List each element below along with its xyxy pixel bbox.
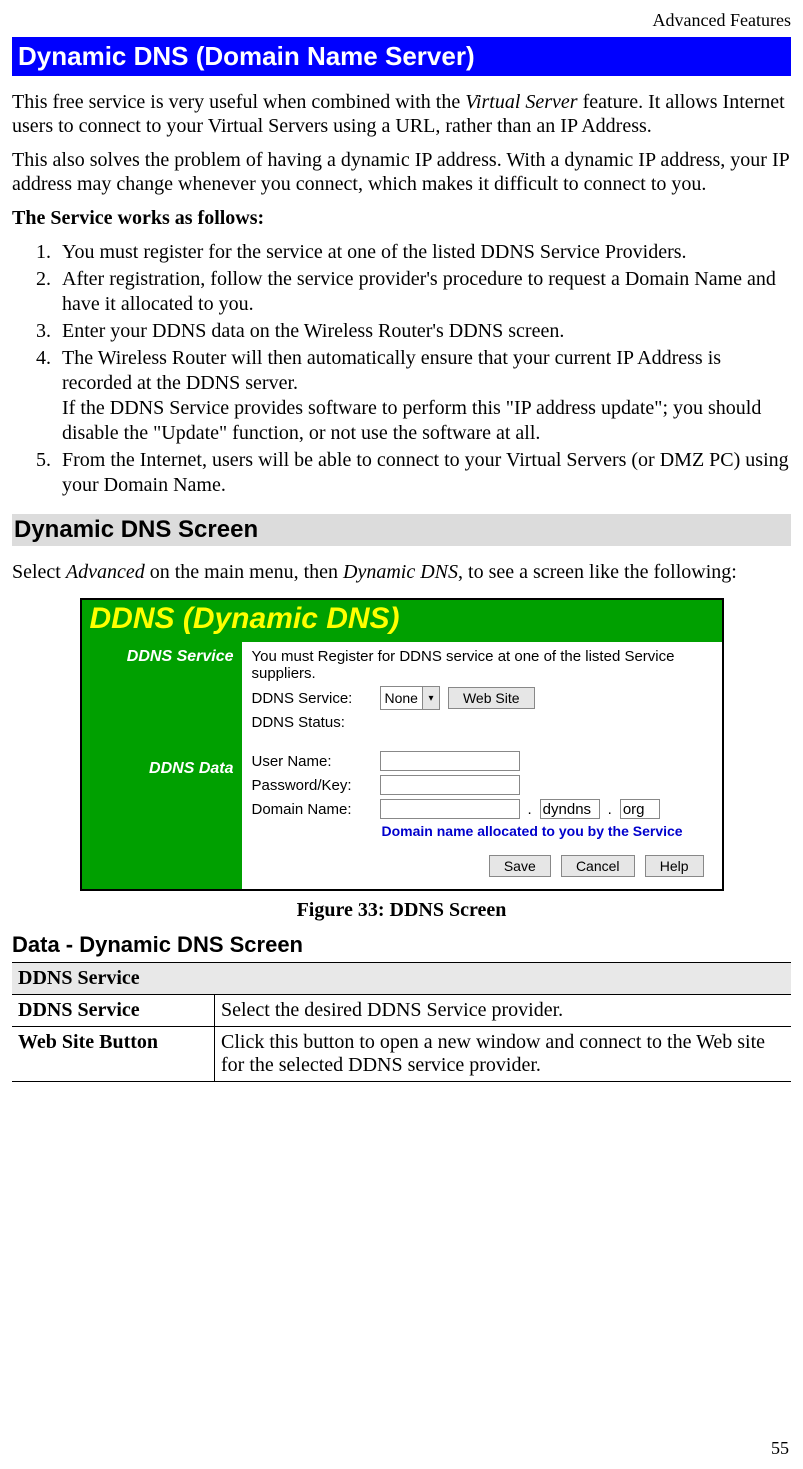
username-input[interactable]: [380, 751, 520, 771]
select-c: , to see a screen like the following:: [458, 561, 737, 583]
select-b: on the main menu, then: [145, 561, 343, 583]
table-key: Web Site Button: [12, 1027, 215, 1082]
ui-label-ddns-service: DDNS Service:: [252, 690, 372, 707]
data-table: DDNS Service DDNS Service Select the des…: [12, 962, 791, 1082]
table-key: DDNS Service: [12, 995, 215, 1027]
password-input[interactable]: [380, 775, 520, 795]
ui-left-ddns-data: DDNS Data: [90, 760, 234, 778]
steps-list: You must register for the service at one…: [12, 240, 791, 498]
table-section-header: DDNS Service: [12, 963, 791, 995]
select-advanced: Advanced: [66, 561, 145, 583]
page-title: Dynamic DNS (Domain Name Server): [12, 37, 791, 76]
intro-paragraph-1: This free service is very useful when co…: [12, 90, 791, 138]
ui-label-password: Password/Key:: [252, 777, 372, 794]
help-button[interactable]: Help: [645, 855, 704, 877]
intro-p1-virtual-server: Virtual Server: [465, 91, 577, 113]
domain-hint: Domain name allocated to you by the Serv…: [382, 823, 712, 839]
table-value: Click this button to open a new window a…: [215, 1027, 792, 1082]
intro-paragraph-2: This also solves the problem of having a…: [12, 148, 791, 196]
ui-label-domain: Domain Name:: [252, 801, 372, 818]
ui-window-title: DDNS (Dynamic DNS): [82, 600, 722, 642]
domain-tld-input[interactable]: org: [620, 799, 660, 819]
dot-separator: .: [608, 801, 612, 818]
domain-mid-input[interactable]: dyndns: [540, 799, 600, 819]
ui-register-note: You must Register for DDNS service at on…: [252, 648, 712, 682]
chevron-down-icon: ▾: [422, 687, 439, 709]
table-row: DDNS Service Select the desired DDNS Ser…: [12, 995, 791, 1027]
ddns-screenshot: DDNS (Dynamic DNS) DDNS Service DDNS Dat…: [80, 598, 724, 891]
data-table-heading: Data - Dynamic DNS Screen: [12, 932, 791, 958]
cancel-button[interactable]: Cancel: [561, 855, 635, 877]
page-number: 55: [771, 1438, 789, 1459]
step-item: After registration, follow the service p…: [56, 267, 791, 317]
ui-left-ddns-service: DDNS Service: [90, 648, 234, 666]
step-item: Enter your DDNS data on the Wireless Rou…: [56, 319, 791, 344]
figure-container: DDNS (Dynamic DNS) DDNS Service DDNS Dat…: [12, 598, 791, 891]
ui-label-username: User Name:: [252, 753, 372, 770]
ui-label-ddns-status: DDNS Status:: [252, 714, 372, 731]
table-value: Select the desired DDNS Service provider…: [215, 995, 792, 1027]
select-dynamic-dns: Dynamic DNS: [343, 561, 458, 583]
step-item: You must register for the service at one…: [56, 240, 791, 265]
intro-p1-a: This free service is very useful when co…: [12, 91, 465, 113]
select-instruction: Select Advanced on the main menu, then D…: [12, 560, 791, 584]
domain-input[interactable]: [380, 799, 520, 819]
website-button[interactable]: Web Site: [448, 687, 535, 709]
ddns-service-value: None: [381, 690, 422, 706]
step-item: The Wireless Router will then automatica…: [56, 346, 791, 446]
step-item: From the Internet, users will be able to…: [56, 448, 791, 498]
ddns-service-select[interactable]: None ▾: [380, 686, 440, 710]
dot-separator: .: [528, 801, 532, 818]
table-row: Web Site Button Click this button to ope…: [12, 1027, 791, 1082]
page-header-label: Advanced Features: [12, 10, 791, 31]
works-as-follows-label: The Service works as follows:: [12, 206, 791, 230]
section-heading: Dynamic DNS Screen: [12, 514, 791, 546]
select-a: Select: [12, 561, 66, 583]
save-button[interactable]: Save: [489, 855, 551, 877]
figure-caption: Figure 33: DDNS Screen: [12, 899, 791, 922]
